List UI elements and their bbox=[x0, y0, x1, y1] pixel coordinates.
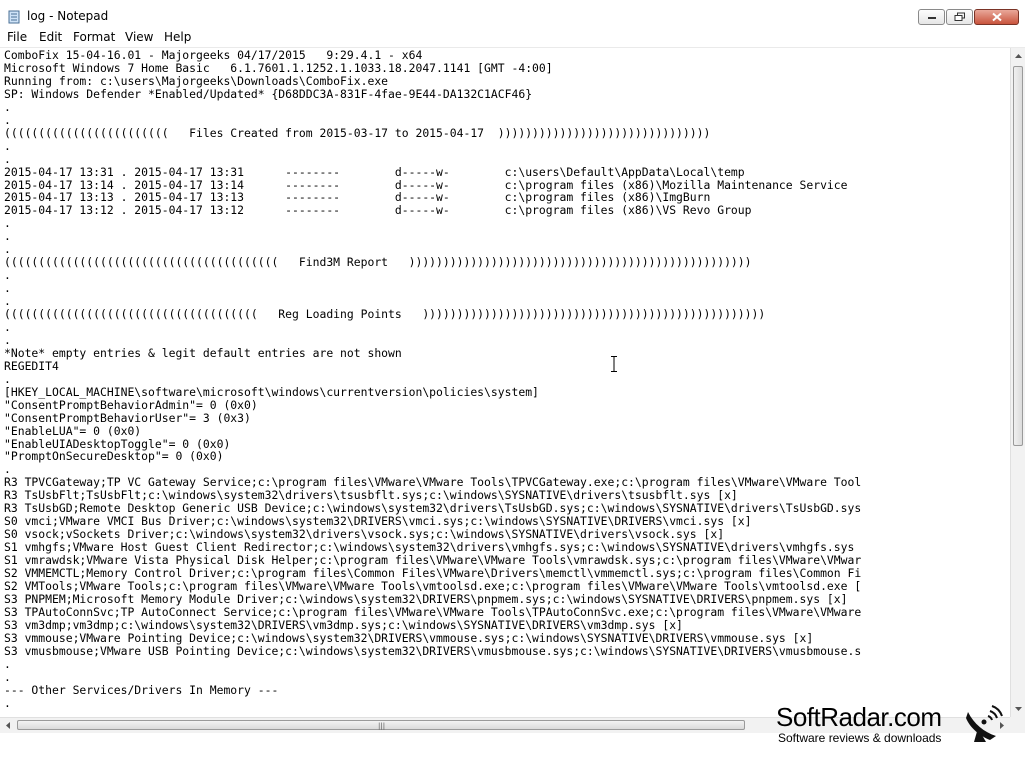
minimize-icon bbox=[927, 17, 936, 19]
window-title: log - Notepad bbox=[27, 9, 109, 23]
menu-edit[interactable]: Edit bbox=[36, 30, 65, 44]
satellite-dish-icon bbox=[966, 705, 1003, 742]
text-line: ((((((((((((((((((((((((((((((((((((((((… bbox=[4, 255, 752, 269]
menu-help[interactable]: Help bbox=[161, 30, 194, 44]
scroll-grip-icon: ||| bbox=[378, 722, 386, 730]
horizontal-scroll-thumb[interactable]: ||| bbox=[17, 720, 745, 730]
text-line: (((((((((((((((((((((((( Files Created f… bbox=[4, 126, 711, 140]
text-line: REGEDIT4 bbox=[4, 359, 59, 373]
notepad-icon bbox=[7, 9, 21, 24]
restore-icon bbox=[954, 12, 965, 21]
chevron-up-icon bbox=[1014, 54, 1022, 58]
text-line: 2015-04-17 13:12 . 2015-04-17 13:12 ----… bbox=[4, 203, 752, 217]
text-line: --- Other Services/Drivers In Memory --- bbox=[4, 683, 279, 697]
text-cursor-icon bbox=[611, 356, 617, 372]
menu-format[interactable]: Format bbox=[70, 30, 118, 44]
text-line: *Note* empty entries & legit default ent… bbox=[4, 346, 402, 360]
watermark-brand: SoftRadar.com bbox=[776, 702, 942, 732]
scroll-up-arrow[interactable] bbox=[1011, 48, 1025, 64]
vertical-scroll-thumb[interactable] bbox=[1013, 66, 1023, 446]
text-line: S3 vmusbmouse;VMware USB Pointing Device… bbox=[4, 644, 862, 658]
text-line: . bbox=[4, 696, 11, 710]
menu-bar: File Edit Format View Help bbox=[0, 29, 1025, 48]
text-editor-area[interactable]: ComboFix 15-04-16.01 - Majorgeeks 04/17/… bbox=[0, 48, 1010, 717]
softradar-watermark: SoftRadar.com Software reviews & downloa… bbox=[776, 702, 1016, 750]
scroll-left-arrow[interactable] bbox=[0, 718, 16, 733]
menu-file[interactable]: File bbox=[4, 30, 30, 44]
close-button[interactable] bbox=[974, 9, 1019, 25]
chevron-left-icon bbox=[6, 722, 10, 729]
text-line: "PromptOnSecureDesktop"= 0 (0x0) bbox=[4, 449, 224, 463]
text-line: SP: Windows Defender *Enabled/Updated* {… bbox=[4, 87, 533, 101]
watermark-tagline: Software reviews & downloads bbox=[778, 731, 942, 745]
minimize-button[interactable] bbox=[918, 9, 945, 25]
window-controls bbox=[918, 9, 1019, 25]
text-line: ((((((((((((((((((((((((((((((((((((( Re… bbox=[4, 307, 766, 321]
title-bar[interactable]: log - Notepad bbox=[0, 0, 1025, 29]
restore-button[interactable] bbox=[946, 9, 973, 25]
close-icon bbox=[991, 12, 1002, 22]
menu-view[interactable]: View bbox=[122, 30, 156, 44]
vertical-scrollbar[interactable] bbox=[1010, 48, 1025, 717]
